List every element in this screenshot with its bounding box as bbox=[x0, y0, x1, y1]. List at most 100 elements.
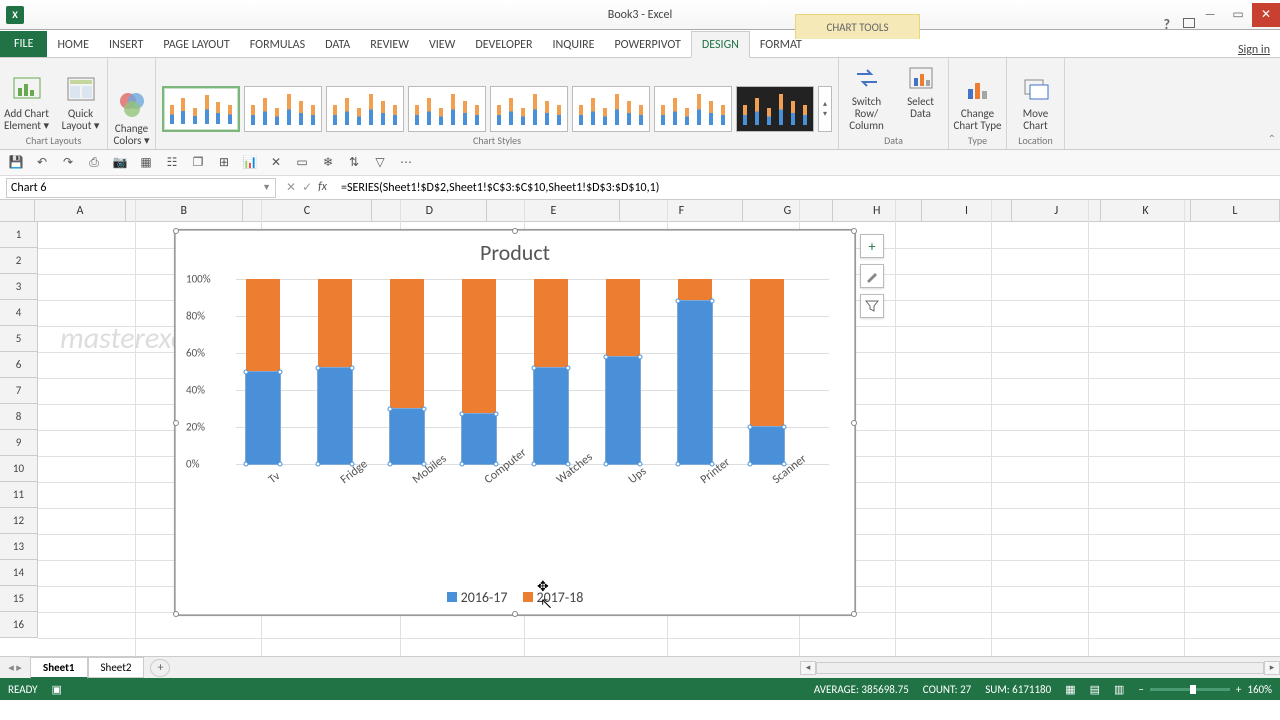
handle-se[interactable] bbox=[851, 611, 857, 617]
column-header-K[interactable]: K bbox=[1101, 200, 1190, 221]
delete-icon[interactable]: ✕ bbox=[268, 155, 284, 171]
minimize-button[interactable]: — bbox=[1196, 3, 1224, 27]
view-page-break-icon[interactable]: ▥ bbox=[1114, 683, 1124, 696]
handle-s[interactable] bbox=[512, 611, 518, 617]
more-icon[interactable]: ⋯ bbox=[398, 155, 414, 171]
sheet-tab-active[interactable]: Sheet1 bbox=[30, 657, 88, 679]
zoom-level[interactable]: 160% bbox=[1247, 683, 1272, 696]
bar-Scanner[interactable] bbox=[750, 279, 784, 464]
bar-Watches[interactable] bbox=[534, 279, 568, 464]
tab-data[interactable]: DATA bbox=[315, 32, 360, 57]
chart-icon[interactable]: 📊 bbox=[242, 155, 258, 171]
column-header-I[interactable]: I bbox=[922, 200, 1012, 221]
chart-style-5[interactable] bbox=[490, 86, 568, 132]
row-header-14[interactable]: 14 bbox=[0, 560, 38, 586]
chart-style-1[interactable] bbox=[162, 86, 240, 132]
row-header-8[interactable]: 8 bbox=[0, 404, 38, 430]
handle-nw[interactable] bbox=[173, 228, 179, 234]
column-header-G[interactable]: G bbox=[743, 200, 832, 221]
close-button[interactable]: ✕ bbox=[1252, 3, 1280, 27]
bar-Ups[interactable] bbox=[606, 279, 640, 464]
zoom-out-icon[interactable]: − bbox=[1138, 683, 1143, 696]
new-sheet-button[interactable]: + bbox=[150, 659, 170, 677]
row-header-9[interactable]: 9 bbox=[0, 430, 38, 456]
handle-w[interactable] bbox=[173, 420, 179, 426]
row-header-5[interactable]: 5 bbox=[0, 326, 38, 352]
tab-formulas[interactable]: FORMULAS bbox=[240, 32, 315, 57]
column-header-C[interactable]: C bbox=[243, 200, 372, 221]
select-all-corner[interactable] bbox=[0, 200, 35, 221]
scroll-track[interactable] bbox=[816, 662, 1264, 674]
tab-home[interactable]: HOME bbox=[47, 32, 99, 57]
horizontal-scrollbar[interactable]: ◂ ▸ bbox=[800, 660, 1280, 676]
row-header-13[interactable]: 13 bbox=[0, 534, 38, 560]
ribbon-display-options-icon[interactable] bbox=[1183, 18, 1195, 28]
handle-ne[interactable] bbox=[851, 228, 857, 234]
chart-elements-button[interactable]: + bbox=[860, 234, 884, 258]
chart-style-2[interactable] bbox=[244, 86, 322, 132]
column-header-E[interactable]: E bbox=[487, 200, 620, 221]
help-icon[interactable]: ? bbox=[1164, 16, 1171, 33]
column-header-L[interactable]: L bbox=[1191, 200, 1280, 221]
chart-title[interactable]: Product bbox=[176, 239, 854, 266]
tab-insert[interactable]: INSERT bbox=[99, 32, 153, 57]
column-header-H[interactable]: H bbox=[833, 200, 922, 221]
handle-n[interactable] bbox=[512, 228, 518, 234]
new-window-icon[interactable]: ❐ bbox=[190, 155, 206, 171]
change-colors-button[interactable]: Change Colors ▾ bbox=[107, 89, 157, 147]
enter-formula-icon[interactable]: ✓ bbox=[302, 180, 312, 195]
print-icon[interactable]: ⎙ bbox=[86, 155, 102, 171]
chart-style-8[interactable] bbox=[736, 86, 814, 132]
row-header-7[interactable]: 7 bbox=[0, 378, 38, 404]
chart-object[interactable]: Product 0%20%40%60%80%100% 2016-17 2017-… bbox=[175, 230, 855, 615]
tab-file[interactable]: FILE bbox=[0, 31, 47, 57]
legend-series-2[interactable]: 2017-18 bbox=[523, 589, 584, 606]
switch-row-column-button[interactable]: Switch Row/ Column bbox=[842, 62, 892, 132]
chart-styles-more-button[interactable]: ▴▾ bbox=[818, 86, 832, 132]
tab-developer[interactable]: DEVELOPER bbox=[465, 32, 542, 57]
bar-Printer[interactable] bbox=[678, 279, 712, 464]
add-chart-element-button[interactable]: Add Chart Element ▾ bbox=[2, 74, 52, 132]
row-header-2[interactable]: 2 bbox=[0, 248, 38, 274]
legend-series-1[interactable]: 2016-17 bbox=[447, 589, 508, 606]
chart-style-3[interactable] bbox=[326, 86, 404, 132]
text-to-columns-icon[interactable]: ☷ bbox=[164, 155, 180, 171]
view-page-layout-icon[interactable]: ▤ bbox=[1090, 683, 1100, 696]
filter-icon[interactable]: ▽ bbox=[372, 155, 388, 171]
quick-layout-button[interactable]: Quick Layout ▾ bbox=[56, 74, 106, 132]
row-header-11[interactable]: 11 bbox=[0, 482, 38, 508]
chart-filters-button[interactable] bbox=[860, 294, 884, 318]
column-header-B[interactable]: B bbox=[126, 200, 243, 221]
row-header-6[interactable]: 6 bbox=[0, 352, 38, 378]
column-header-D[interactable]: D bbox=[372, 200, 487, 221]
undo-icon[interactable]: ↶ bbox=[34, 155, 50, 171]
tab-design[interactable]: DESIGN bbox=[691, 31, 750, 58]
chart-style-6[interactable] bbox=[572, 86, 650, 132]
column-header-F[interactable]: F bbox=[620, 200, 743, 221]
row-header-10[interactable]: 10 bbox=[0, 456, 38, 482]
bar-Computer[interactable] bbox=[462, 279, 496, 464]
row-header-15[interactable]: 15 bbox=[0, 586, 38, 612]
tab-powerpivot[interactable]: POWERPIVOT bbox=[604, 32, 690, 57]
signin-link[interactable]: Sign in bbox=[1238, 43, 1270, 57]
row-header-12[interactable]: 12 bbox=[0, 508, 38, 534]
row-header-1[interactable]: 1 bbox=[0, 222, 38, 248]
bar-Tv[interactable] bbox=[246, 279, 280, 464]
handle-sw[interactable] bbox=[173, 611, 179, 617]
page-break-icon[interactable]: ▦ bbox=[138, 155, 154, 171]
handle-e[interactable] bbox=[851, 420, 857, 426]
column-header-A[interactable]: A bbox=[35, 200, 125, 221]
move-chart-button[interactable]: Move Chart bbox=[1011, 74, 1061, 132]
tab-view[interactable]: VIEW bbox=[419, 32, 465, 57]
tab-review[interactable]: REVIEW bbox=[360, 32, 419, 57]
cancel-formula-icon[interactable]: ✕ bbox=[286, 180, 296, 195]
zoom-in-icon[interactable]: + bbox=[1236, 683, 1241, 696]
change-chart-type-button[interactable]: Change Chart Type bbox=[953, 74, 1003, 132]
row-header-3[interactable]: 3 bbox=[0, 274, 38, 300]
plot-area[interactable]: 0%20%40%60%80%100% bbox=[236, 279, 829, 464]
tab-inquire[interactable]: INQUIRE bbox=[543, 32, 605, 57]
insert-icon[interactable]: ⊞ bbox=[216, 155, 232, 171]
borders-icon[interactable]: ▭ bbox=[294, 155, 310, 171]
zoom-controls[interactable]: − + 160% bbox=[1138, 683, 1272, 696]
worksheet-area[interactable]: ABCDEFGHIJKL 12345678910111213141516 mas… bbox=[0, 200, 1280, 656]
